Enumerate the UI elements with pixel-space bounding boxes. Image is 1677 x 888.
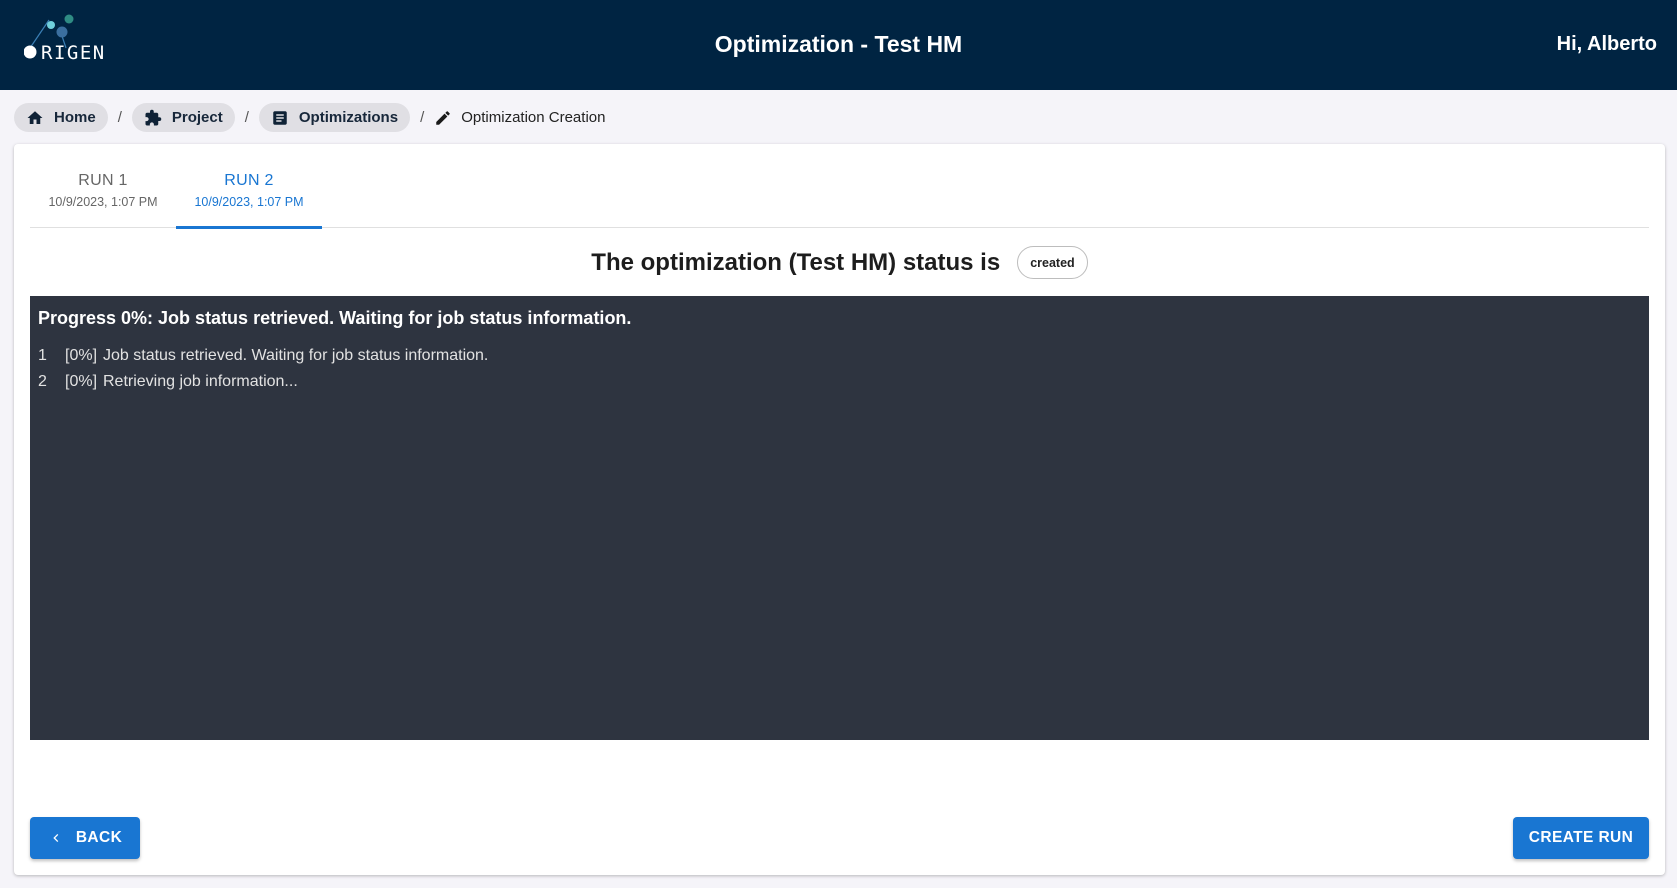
tab-date: 10/9/2023, 1:07 PM bbox=[194, 194, 304, 209]
create-run-button[interactable]: CREATE RUN bbox=[1513, 817, 1649, 859]
progress-heading: Progress 0%: Job status retrieved. Waiti… bbox=[38, 308, 632, 328]
tab-run-1[interactable]: RUN 1 10/9/2023, 1:07 PM bbox=[30, 144, 176, 228]
line-number: 1 bbox=[38, 347, 47, 364]
pencil-icon bbox=[436, 110, 450, 125]
tab-label: RUN 2 bbox=[224, 171, 274, 189]
page-title: Optimization - Test HM bbox=[714, 31, 963, 57]
breadcrumb-optimizations[interactable]: Optimizations bbox=[258, 103, 411, 132]
log-line: 2 [0%] Retrieving job information... bbox=[38, 369, 1641, 395]
back-button[interactable]: BACK bbox=[30, 817, 140, 859]
puzzle-icon bbox=[145, 109, 162, 125]
line-number: 2 bbox=[38, 373, 47, 390]
breadcrumb-label: Project bbox=[171, 109, 223, 126]
breadcrumb-label: Optimizations bbox=[298, 109, 399, 126]
breadcrumb-label: Home bbox=[54, 109, 96, 126]
user-greeting[interactable]: Hi, Alberto bbox=[1557, 33, 1657, 56]
status-heading: The optimization (Test HM) status is bbox=[591, 248, 1001, 276]
line-message: Job status retrieved. Waiting for job st… bbox=[103, 347, 489, 364]
tab-date: 10/9/2023, 1:07 PM bbox=[48, 194, 158, 209]
line-percent: [0%] bbox=[65, 373, 98, 390]
breadcrumb: Home / Project / Optimizations / Optimiz… bbox=[14, 103, 605, 132]
chevron-left-icon bbox=[53, 834, 59, 842]
line-message: Retrieving job information... bbox=[103, 373, 298, 390]
breadcrumb-separator: / bbox=[244, 109, 249, 126]
breadcrumb-home[interactable]: Home bbox=[14, 103, 108, 132]
breadcrumb-project[interactable]: Project bbox=[131, 103, 235, 132]
document-icon bbox=[273, 110, 287, 125]
home-icon bbox=[27, 110, 43, 124]
status-line: The optimization (Test HM) status is cre… bbox=[14, 246, 1665, 279]
log-console: Progress 0%: Job status retrieved. Waiti… bbox=[30, 296, 1649, 740]
log-lines: 1 [0%] Job status retrieved. Waiting for… bbox=[38, 343, 1641, 395]
top-app-bar: RIGEN Optimization - Test HM Hi, Alberto bbox=[0, 0, 1677, 90]
breadcrumb-current: Optimization Creation bbox=[434, 109, 605, 127]
tab-run-2[interactable]: RUN 2 10/9/2023, 1:07 PM bbox=[176, 144, 322, 229]
back-button-label: BACK bbox=[75, 829, 123, 846]
log-line: 1 [0%] Job status retrieved. Waiting for… bbox=[38, 343, 1641, 369]
breadcrumb-separator: / bbox=[117, 109, 122, 126]
tab-label: RUN 1 bbox=[78, 171, 128, 189]
breadcrumb-current-label: Optimization Creation bbox=[461, 109, 606, 126]
optimization-card: RUN 1 10/9/2023, 1:07 PM RUN 2 10/9/2023… bbox=[14, 144, 1665, 875]
status-badge: created bbox=[1017, 246, 1088, 279]
breadcrumb-separator: / bbox=[420, 109, 425, 126]
line-percent: [0%] bbox=[65, 347, 98, 364]
run-tabs: RUN 1 10/9/2023, 1:07 PM RUN 2 10/9/2023… bbox=[30, 144, 1649, 229]
